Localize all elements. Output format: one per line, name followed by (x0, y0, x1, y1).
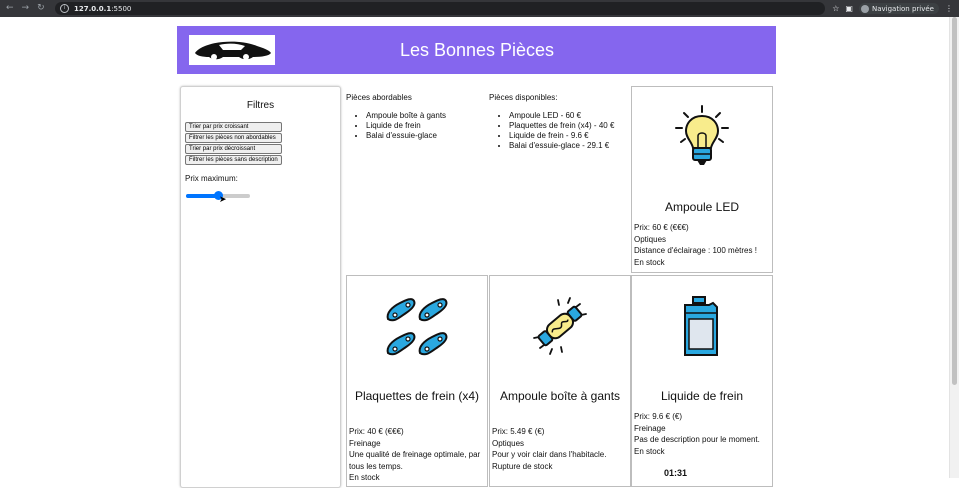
product-name: Liquide de frein (660, 389, 744, 403)
product-stock: Rupture de stock (492, 461, 553, 471)
url-host: 127.0.0.1 (74, 4, 112, 13)
browser-nav: ← → ↻ (6, 3, 45, 14)
list-item: Plaquettes de frein (x4) - 40 € (509, 121, 614, 131)
logo (189, 35, 275, 65)
browser-right-controls: ☆ ▣ Navigation privée ⋮ (832, 3, 953, 14)
max-price-slider[interactable] (186, 191, 250, 200)
bookmark-star-icon[interactable]: ☆ (832, 4, 839, 13)
product-details: Prix: 60 € (€€€) Optiques Distance d'écl… (634, 222, 770, 268)
page-title: Les Bonnes Pièces (399, 40, 555, 60)
product-card: Liquide de frein Prix: 9.6 € (€) Freinag… (631, 275, 773, 487)
list-item: Liquide de frein (366, 121, 446, 131)
product-image (347, 286, 487, 366)
lightbulb-icon (675, 105, 729, 165)
profile-label: Navigation privée (871, 4, 934, 13)
list-item: Balai d'essuie-glace (366, 131, 446, 141)
product-card: Plaquettes de frein (x4) Prix: 40 € (€€€… (346, 275, 488, 487)
scrollbar-thumb[interactable] (952, 17, 957, 385)
side-panel-icon[interactable]: ▣ (845, 4, 853, 13)
product-name: Plaquettes de frein (x4) (354, 389, 480, 403)
product-card: Ampoule boîte à gants Prix: 5.49 € (€) O… (489, 275, 631, 487)
url-port: :5500 (111, 4, 132, 13)
site-info-icon[interactable]: i (60, 4, 69, 13)
product-price: Prix: 9.6 € (€) (634, 412, 683, 421)
list-item: Balai d'essuie-glace - 29.1 € (509, 141, 614, 151)
filters-panel: Filtres Trier par prix croissant Filtrer… (180, 86, 341, 488)
reload-icon[interactable]: ↻ (37, 3, 45, 14)
menu-kebab-icon[interactable]: ⋮ (945, 4, 953, 13)
product-details: Prix: 40 € (€€€) Freinage Une qualité de… (349, 426, 485, 484)
car-logo-icon (195, 41, 271, 60)
browser-toolbar: ← → ↻ i 127.0.0.1:5500 ☆ ▣ Navigation pr… (0, 0, 959, 17)
mouse-cursor-icon: ➤ (219, 195, 227, 205)
product-category: Freinage (634, 423, 666, 433)
filter-unaffordable-button[interactable]: Filtrer les pièces non abordables (185, 133, 282, 143)
product-details: Prix: 5.49 € (€) Optiques Pour y voir cl… (492, 426, 628, 472)
list-item: Ampoule LED - 60 € (509, 111, 614, 121)
incognito-icon (860, 4, 869, 13)
product-category: Optiques (634, 234, 667, 244)
product-description: Pour y voir clair dans l'habitacle. (492, 450, 607, 459)
filter-no-description-button[interactable]: Filtrer les pièces sans description (185, 155, 282, 165)
product-stock: En stock (634, 446, 665, 456)
product-category: Optiques (492, 438, 525, 448)
address-text: 127.0.0.1:5500 (74, 5, 131, 13)
affordable-list: Pièces abordables Ampoule boîte à gants … (346, 93, 446, 141)
product-price: Prix: 40 € (€€€) (349, 427, 404, 436)
affordable-heading: Pièces abordables (346, 93, 412, 102)
site-header: Les Bonnes Pièces (177, 26, 776, 74)
max-price-label: Prix maximum: (185, 174, 238, 183)
sort-price-desc-button[interactable]: Trier par prix décroissant (185, 144, 282, 154)
back-icon[interactable]: ← (6, 3, 14, 14)
available-heading: Pièces disponibles: (489, 93, 558, 102)
brake-fluid-icon (684, 296, 718, 356)
product-description: Distance d'éclairage : 100 mètres ! (634, 246, 757, 255)
glovebox-bulb-icon (533, 297, 587, 355)
list-item: Ampoule boîte à gants (366, 111, 446, 121)
brake-pads-icon (386, 298, 448, 356)
timer-overlay: 01:31 (664, 468, 688, 478)
product-image (632, 97, 772, 177)
product-details: Prix: 9.6 € (€) Freinage Pas de descript… (634, 411, 770, 457)
product-description: Une qualité de freinage optimale, par to… (349, 450, 481, 471)
forward-icon[interactable]: → (22, 3, 30, 14)
profile-button[interactable]: Navigation privée (858, 3, 939, 14)
sort-price-asc-button[interactable]: Trier par prix croissant (185, 122, 282, 132)
product-name: Ampoule LED (664, 200, 740, 214)
product-card: Ampoule LED Prix: 60 € (€€€) Optiques Di… (631, 86, 773, 273)
product-description: Pas de description pour le moment. (634, 435, 760, 444)
list-item: Liquide de frein - 9.6 € (509, 131, 614, 141)
available-list: Pièces disponibles: Ampoule LED - 60 € P… (489, 93, 614, 151)
product-stock: En stock (634, 257, 665, 267)
page-scrollbar[interactable] (949, 17, 959, 478)
product-category: Freinage (349, 438, 381, 448)
product-image (632, 286, 772, 366)
product-name: Ampoule boîte à gants (499, 389, 621, 403)
address-bar[interactable]: i 127.0.0.1:5500 (55, 2, 825, 15)
filters-title: Filtres (246, 100, 275, 111)
product-price: Prix: 60 € (€€€) (634, 223, 689, 232)
product-image (490, 286, 630, 366)
filter-buttons: Trier par prix croissant Filtrer les piè… (185, 122, 282, 165)
product-price: Prix: 5.49 € (€) (492, 427, 545, 436)
